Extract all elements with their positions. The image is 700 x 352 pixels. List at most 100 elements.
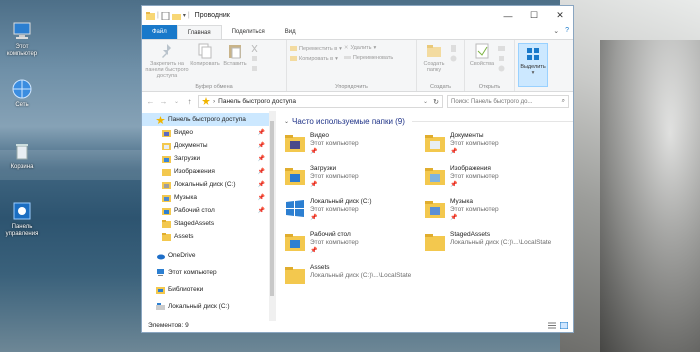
nav-item-pinned[interactable]: Рабочий стол 📌 [142,204,275,217]
rename-icon [343,54,351,61]
desktop-icon-control-panel[interactable]: Панель управления [2,200,42,238]
properties-icon[interactable] [161,11,170,20]
divider [411,120,573,122]
tile-location: Этот компьютер [450,206,499,213]
new-folder-icon[interactable] [171,12,181,20]
folder-icon [284,198,306,220]
tile-name: Документы [450,132,484,139]
collapse-chevron-icon[interactable]: ⌄ [284,118,289,125]
folder-icon [162,232,171,241]
nav-item-label: StagedAssets [174,220,215,227]
group-label-clipboard: Буфер обмена [195,84,233,90]
nav-item-pinned[interactable]: Документы 📌 [142,139,275,152]
nav-this-pc[interactable]: Этот компьютер [142,266,275,279]
breadcrumb[interactable]: Панель быстрого доступа [218,98,296,105]
folder-icon[interactable] [146,11,155,20]
title-bar: | ▾ | Проводник — ☐ ✕ [142,6,573,25]
tab-file[interactable]: Файл [142,25,177,39]
desktop-icon-label: Этот компьютер [6,44,38,57]
copy-path-icon[interactable] [251,55,258,62]
maximize-button[interactable]: ☐ [521,6,547,25]
nav-item-label: Рабочий стол [174,207,215,214]
tile-location: Этот компьютер [310,140,359,147]
recent-locations-icon[interactable]: ⌄ [172,98,181,105]
minimize-button[interactable]: — [495,6,521,25]
up-arrow-icon[interactable]: ↑ [185,97,194,106]
nav-item-pinned[interactable]: Музыка 📌 [142,191,275,204]
quick-access-toolbar: | ▾ | [142,11,190,20]
paste-icon [227,43,243,59]
folder-tile[interactable]: Локальный диск (C:) Этот компьютер 📌 [284,196,424,228]
nav-item-recent[interactable]: Assets [142,230,275,243]
folder-tile[interactable]: Assets Локальный диск (C:)\...\LocalState [284,262,424,294]
close-button[interactable]: ✕ [547,6,573,25]
details-view-icon[interactable] [548,322,556,329]
folder-tile[interactable]: Загрузки Этот компьютер 📌 [284,163,424,195]
desktop-icon-label: Корзина [10,164,34,170]
search-icon: ⌕ [561,98,565,104]
group-clipboard: Закрепить на панели быстрого доступа Коп… [142,40,287,91]
edit-icon[interactable] [498,55,505,62]
folder-icon [162,194,171,202]
group-label-create: Создать [430,84,451,90]
tab-home[interactable]: Главная [176,25,222,39]
large-icons-view-icon[interactable] [559,321,569,329]
section-header-frequent[interactable]: ⌄ Часто используемые папки (9) [284,114,573,128]
search-input[interactable]: Поиск: Панель быстрого до... ⌕ [447,95,569,108]
group-open: Свойства Открыть [465,40,515,91]
back-arrow-icon[interactable]: ← [146,97,155,106]
tile-name: Музыка [450,198,473,205]
chevron-down-icon[interactable]: ⌄ [553,27,559,35]
desktop-icon-this-pc[interactable]: Этот компьютер [2,20,42,58]
address-box[interactable]: › Панель быстрого доступа ⌄ ↻ [198,95,443,108]
nav-item-pinned[interactable]: Загрузки 📌 [142,152,275,165]
pin-icon: 📌 [450,215,458,221]
drive-icon [156,302,165,311]
select-button[interactable]: Выделить ▾ [518,43,548,87]
nav-scrollbar[interactable] [269,111,275,321]
nav-item-pinned[interactable]: Видео 📌 [142,126,275,139]
nav-item-pinned[interactable]: Изображения 📌 [142,165,275,178]
folder-tile[interactable]: Изображения Этот компьютер 📌 [424,163,564,195]
forward-arrow-icon[interactable]: → [159,97,168,106]
history-icon[interactable] [498,65,505,72]
tab-share[interactable]: Поделиться [222,25,275,39]
open-icon[interactable] [498,45,505,52]
nav-onedrive[interactable]: OneDrive [142,249,275,262]
folder-icon [424,198,446,220]
address-dropdown-icon[interactable]: ⌄ [423,98,428,105]
folder-tile[interactable]: Рабочий стол Этот компьютер 📌 [284,229,424,261]
folder-tile[interactable]: StagedAssets Локальный диск (C:)\...\Loca… [424,229,564,261]
folder-tile[interactable]: Видео Этот компьютер 📌 [284,130,424,162]
desktop-icon-network[interactable]: Сеть [2,78,42,109]
nav-quick-access[interactable]: Панель быстрого доступа [142,113,275,126]
copy-to-button[interactable]: Копировать в ▾ [290,55,342,62]
new-item-icon[interactable] [450,45,457,52]
copy-icon [197,43,213,59]
network-icon [11,78,33,100]
cut-icon[interactable] [251,44,258,53]
paste-shortcut-icon[interactable] [251,65,258,72]
delete-button[interactable]: ✕ Удалить ▾ [344,45,393,51]
nav-item-recent[interactable]: StagedAssets [142,217,275,230]
nav-item-label: Загрузки [174,155,201,162]
folder-tile[interactable]: Музыка Этот компьютер 📌 [424,196,564,228]
pin-icon: 📌 [257,156,265,162]
easy-access-icon[interactable] [450,55,457,62]
folder-icon [424,231,446,253]
nav-libraries[interactable]: Библиотеки [142,283,275,296]
desktop-icon-label: Сеть [15,102,29,108]
rename-button[interactable]: Переименовать [343,54,393,61]
nav-local-disk[interactable]: Локальный диск (C:) [142,300,275,313]
customize-qa-icon[interactable]: ▾ [183,12,186,19]
folder-tile[interactable]: Документы Этот компьютер 📌 [424,130,564,162]
tile-location: Этот компьютер [450,140,499,147]
move-to-button[interactable]: Переместить в ▾ [290,45,342,52]
refresh-icon[interactable]: ↻ [433,98,439,106]
nav-item-pinned[interactable]: Локальный диск (C:) 📌 [142,178,275,191]
tab-view[interactable]: Вид [275,25,306,39]
help-icon[interactable]: ? [565,27,569,35]
desktop-icon-recycle-bin[interactable]: Корзина [2,140,42,171]
pin-icon: 📌 [450,149,458,155]
scrollbar-thumb[interactable] [270,121,274,296]
